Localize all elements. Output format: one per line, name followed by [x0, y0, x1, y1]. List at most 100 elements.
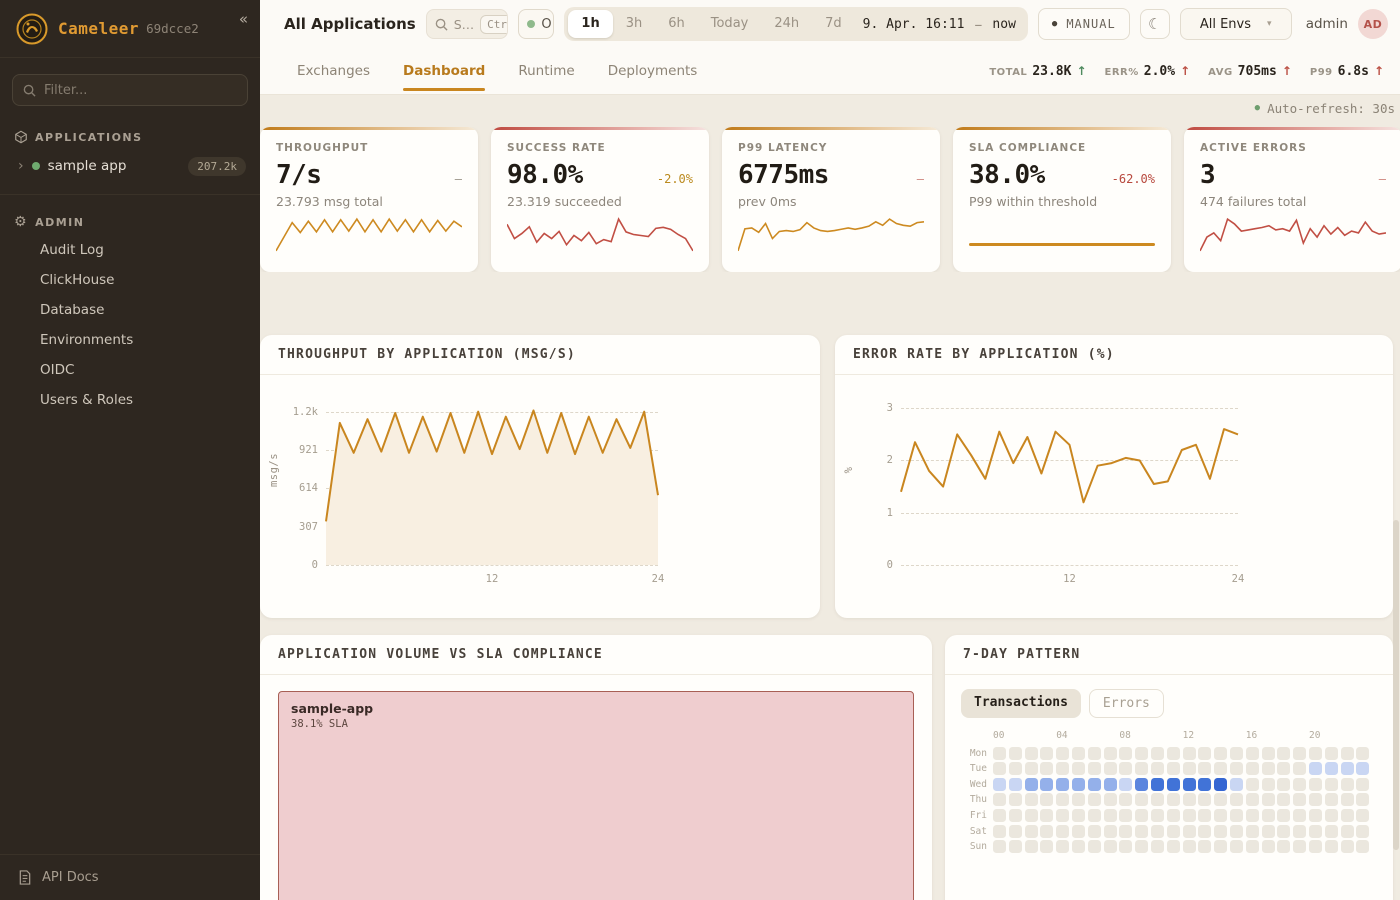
heatmap-cell[interactable]	[1341, 840, 1354, 853]
global-search[interactable]: S… Ctrl+K	[426, 9, 509, 39]
heatmap-cell[interactable]	[1198, 840, 1211, 853]
heatmap-cell[interactable]	[1088, 762, 1101, 775]
heatmap-cell[interactable]	[1246, 809, 1259, 822]
heatmap-cell[interactable]	[1135, 809, 1148, 822]
heatmap-cell[interactable]	[1167, 825, 1180, 838]
heatmap-cell[interactable]	[1214, 778, 1227, 791]
heatmap-cell[interactable]	[1246, 747, 1259, 760]
heatmap-cell[interactable]	[1104, 793, 1117, 806]
heatmap-cell[interactable]	[1309, 747, 1322, 760]
heatmap-cell[interactable]	[1025, 747, 1038, 760]
heatmap-cell[interactable]	[993, 793, 1006, 806]
heatmap-cell[interactable]	[1356, 793, 1369, 806]
sidebar-item-environments[interactable]: Environments	[0, 325, 260, 355]
heatmap-cell[interactable]	[1341, 762, 1354, 775]
time-range-24h[interactable]: 24h	[761, 10, 812, 38]
heatmap-cell[interactable]	[1088, 793, 1101, 806]
heatmap-cell[interactable]	[1009, 778, 1022, 791]
heatmap-cell[interactable]	[1183, 793, 1196, 806]
heatmap-cell[interactable]	[1356, 778, 1369, 791]
heatmap-cell[interactable]	[1325, 840, 1338, 853]
heatmap-cell[interactable]	[1088, 778, 1101, 791]
heatmap-cell[interactable]	[1104, 778, 1117, 791]
sidebar-collapse-icon[interactable]: «	[239, 10, 248, 28]
heatmap-cell[interactable]	[1309, 809, 1322, 822]
connection-status-pill[interactable]: O	[518, 9, 554, 39]
heatmap-cell[interactable]	[1230, 809, 1243, 822]
tab-runtime[interactable]: Runtime	[518, 48, 574, 95]
heatmap-cell[interactable]	[1214, 825, 1227, 838]
heatmap-cell[interactable]	[1198, 809, 1211, 822]
heatmap-cell[interactable]	[1072, 793, 1085, 806]
heatmap-cell[interactable]	[1072, 762, 1085, 775]
heatmap-cell[interactable]	[1072, 825, 1085, 838]
heatmap-cell[interactable]	[1167, 747, 1180, 760]
heatmap-cell[interactable]	[1009, 840, 1022, 853]
heatmap-cell[interactable]	[1151, 762, 1164, 775]
sidebar-item-users-roles[interactable]: Users & Roles	[0, 385, 260, 415]
heatmap-cell[interactable]	[1183, 762, 1196, 775]
heatmap-cell[interactable]	[993, 747, 1006, 760]
heatmap-cell[interactable]	[1056, 778, 1069, 791]
heatmap-cell[interactable]	[1104, 747, 1117, 760]
heatmap-cell[interactable]	[1262, 840, 1275, 853]
heatmap-cell[interactable]	[993, 840, 1006, 853]
heatmap-cell[interactable]	[1151, 747, 1164, 760]
heatmap-cell[interactable]	[1135, 840, 1148, 853]
heatmap-cell[interactable]	[1214, 793, 1227, 806]
heatmap-cell[interactable]	[1040, 825, 1053, 838]
heatmap-cell[interactable]	[1025, 825, 1038, 838]
sidebar-item-audit-log[interactable]: Audit Log	[0, 235, 260, 265]
heatmap-cell[interactable]	[1277, 747, 1290, 760]
kpi-card-throughput[interactable]: THROUGHPUT 7/s – 23.793 msg total	[260, 127, 478, 272]
heatmap-cell[interactable]	[1277, 762, 1290, 775]
heatmap-cell[interactable]	[1309, 840, 1322, 853]
treemap-block-sample-app[interactable]: sample-app 38.1% SLA	[278, 691, 914, 900]
heatmap-cell[interactable]	[1293, 825, 1306, 838]
heatmap-cell[interactable]	[1262, 793, 1275, 806]
heatmap-cell[interactable]	[1025, 762, 1038, 775]
heatmap-cell[interactable]	[1356, 762, 1369, 775]
heatmap-cell[interactable]	[1246, 793, 1259, 806]
heatmap-cell[interactable]	[1167, 793, 1180, 806]
heatmap-cell[interactable]	[1356, 809, 1369, 822]
heatmap-cell[interactable]	[1293, 840, 1306, 853]
heatmap-cell[interactable]	[1214, 747, 1227, 760]
heatmap-cell[interactable]	[1262, 825, 1275, 838]
heatmap-cell[interactable]	[1293, 762, 1306, 775]
heatmap-cell[interactable]	[1104, 762, 1117, 775]
kpi-card-p99-latency[interactable]: P99 LATENCY 6775ms – prev 0ms	[722, 127, 940, 272]
heatmap-cell[interactable]	[1198, 778, 1211, 791]
heatmap-cell[interactable]	[1356, 840, 1369, 853]
time-range-1h[interactable]: 1h	[568, 10, 612, 38]
heatmap-cell[interactable]	[1183, 809, 1196, 822]
heatmap-cell[interactable]	[1293, 747, 1306, 760]
sidebar-item-sample-app[interactable]: › sample app 207.2k	[0, 150, 260, 182]
heatmap-cell[interactable]	[1214, 840, 1227, 853]
heatmap-cell[interactable]	[1056, 809, 1069, 822]
heatmap-cell[interactable]	[1056, 840, 1069, 853]
heatmap-cell[interactable]	[1167, 809, 1180, 822]
heatmap-cell[interactable]	[1151, 793, 1164, 806]
heatmap-cell[interactable]	[1325, 778, 1338, 791]
heatmap-cell[interactable]	[1072, 840, 1085, 853]
heatmap-cell[interactable]	[1040, 747, 1053, 760]
heatmap-cell[interactable]	[993, 778, 1006, 791]
heatmap-cell[interactable]	[1277, 809, 1290, 822]
heatmap-cell[interactable]	[1341, 778, 1354, 791]
heatmap-cell[interactable]	[1325, 747, 1338, 760]
heatmap-cell[interactable]	[1135, 762, 1148, 775]
heatmap-cell[interactable]	[1341, 747, 1354, 760]
tab-exchanges[interactable]: Exchanges	[297, 48, 370, 95]
heatmap-cell[interactable]	[1072, 747, 1085, 760]
kpi-card-sla-compliance[interactable]: SLA COMPLIANCE 38.0% -62.0% P99 within t…	[953, 127, 1171, 272]
tab-deployments[interactable]: Deployments	[608, 48, 698, 95]
heatmap-cell[interactable]	[1088, 840, 1101, 853]
heatmap-cell[interactable]	[1135, 747, 1148, 760]
heatmap-cell[interactable]	[1309, 762, 1322, 775]
heatmap-cell[interactable]	[1151, 778, 1164, 791]
kpi-card-active-errors[interactable]: ACTIVE ERRORS 3 – 474 failures total	[1184, 127, 1400, 272]
heatmap-cell[interactable]	[1341, 793, 1354, 806]
environment-select[interactable]: All Envs ▾	[1180, 8, 1292, 40]
range-from-value[interactable]: 9. Apr. 16:11	[855, 17, 973, 32]
